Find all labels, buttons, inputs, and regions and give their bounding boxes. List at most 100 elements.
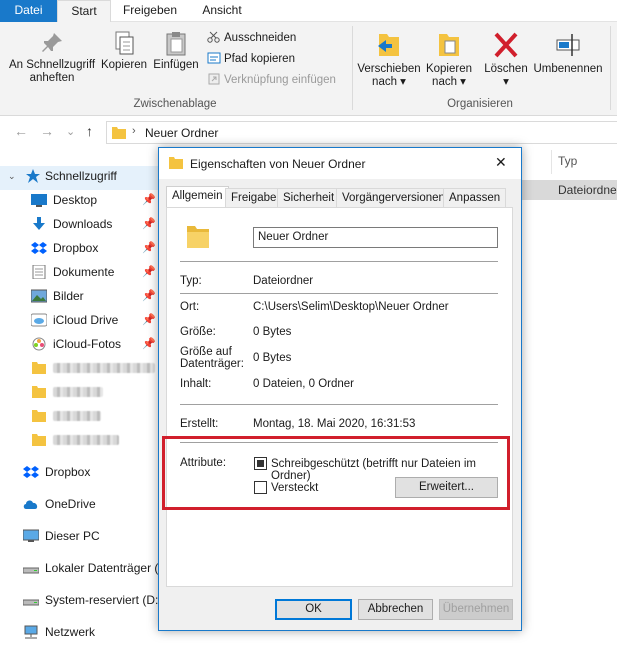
back-arrow-icon[interactable]: ←: [14, 123, 28, 139]
nav-label: iCloud-Fotos: [53, 337, 122, 351]
icloud-drive-icon: [31, 313, 47, 327]
nav-label: Dropbox: [45, 465, 91, 479]
nav-item-blurred-folder[interactable]: [0, 428, 160, 452]
pin-to-quick-access-button[interactable]: An Schnellzugriff anheften: [4, 30, 100, 85]
dropbox-icon: [31, 242, 47, 254]
ok-button[interactable]: OK: [275, 599, 352, 620]
folder-name-input[interactable]: Neuer Ordner: [253, 227, 498, 248]
cancel-button[interactable]: Abbrechen: [358, 599, 433, 620]
tab-datei[interactable]: Datei: [0, 0, 57, 22]
dialog-title: Eigenschaften von Neuer Ordner: [190, 157, 366, 171]
copy-path-label: Pfad kopieren: [224, 53, 295, 65]
chevron-down-icon[interactable]: ⌄: [66, 125, 75, 138]
paste-button[interactable]: Einfügen: [150, 30, 202, 72]
copy-path-button[interactable]: Pfad kopieren: [207, 51, 295, 67]
paste-shortcut-button[interactable]: Verknüpfung einfügen: [207, 72, 336, 88]
group-separator: [352, 26, 353, 110]
pin-icon: 📌: [142, 338, 156, 350]
nav-item-blurred-folder[interactable]: [0, 380, 160, 404]
pin-label-2: anheften: [29, 72, 75, 84]
drive-icon: [23, 567, 39, 574]
nav-item-onedrive[interactable]: OneDrive: [0, 492, 160, 516]
created-label: Erstellt:: [180, 418, 219, 430]
move-label-1: Verschieben: [357, 63, 421, 75]
move-folder-icon: [378, 34, 399, 56]
pictures-icon: [31, 289, 47, 303]
nav-item-icloud-fotos[interactable]: iCloud-Fotos 📌: [0, 332, 160, 356]
contents-value: 0 Dateien, 0 Ordner: [253, 378, 355, 390]
apply-button[interactable]: Übernehmen: [439, 599, 513, 620]
nav-label: System-reserviert (D:): [45, 593, 163, 607]
cut-button[interactable]: Ausschneiden: [207, 30, 296, 46]
copy-icon: [115, 31, 134, 55]
nav-item-icloud-drive[interactable]: iCloud Drive 📌: [0, 308, 160, 332]
forward-arrow-icon[interactable]: →: [40, 123, 54, 139]
nav-item-dokumente[interactable]: Dokumente 📌: [0, 260, 160, 284]
folder-icon: [32, 410, 46, 422]
general-tab-panel: Neuer Ordner Typ: Dateiordner Ort: C:\Us…: [166, 207, 513, 587]
nav-item-desktop[interactable]: Desktop 📌: [0, 188, 160, 212]
copy-button[interactable]: Kopieren: [100, 30, 148, 72]
clipboard-icon: [166, 32, 186, 56]
nav-label: OneDrive: [45, 497, 96, 511]
tab-vorgaengerversionen[interactable]: Vorgängerversionen: [336, 188, 451, 208]
copy-to-label-1: Kopieren: [425, 63, 473, 75]
nav-item-quick-access[interactable]: ⌄ Schnellzugriff: [0, 164, 160, 188]
nav-item-system-reserved[interactable]: System-reserviert (D:): [0, 588, 163, 612]
address-box[interactable]: › Neuer Ordner: [106, 121, 617, 144]
close-icon[interactable]: ✕: [495, 154, 507, 171]
nav-label: Bilder: [53, 289, 84, 303]
computer-icon: [23, 529, 39, 542]
nav-item-blurred-folder[interactable]: [0, 404, 160, 428]
tab-freigabe[interactable]: Freigabe: [225, 188, 283, 208]
nav-item-dropbox-root[interactable]: Dropbox: [0, 460, 160, 484]
divider: [180, 261, 498, 262]
size-on-disk-value: 0 Bytes: [253, 352, 292, 364]
copy-folder-icon: [439, 34, 459, 56]
shortcut-icon: [207, 73, 221, 85]
nav-item-network[interactable]: Netzwerk: [0, 620, 160, 644]
group-separator: [610, 26, 611, 110]
tab-allgemein[interactable]: Allgemein: [166, 186, 229, 208]
blurred-label: [53, 411, 101, 421]
tab-start[interactable]: Start: [57, 0, 111, 23]
divider: [180, 404, 498, 405]
nav-label: Dieser PC: [45, 529, 100, 543]
up-arrow-icon[interactable]: ↑: [86, 123, 93, 139]
breadcrumb-separator: ›: [132, 125, 136, 137]
pin-icon: 📌: [142, 290, 156, 302]
type-value: Dateiordner: [253, 275, 314, 287]
delete-x-icon: [494, 32, 518, 58]
column-header-type[interactable]: Typ: [558, 154, 577, 168]
column-divider: [551, 150, 552, 174]
nav-item-downloads[interactable]: Downloads 📌: [0, 212, 160, 236]
nav-item-dropbox[interactable]: Dropbox 📌: [0, 236, 160, 260]
address-bar-row: ← → ⌄ ↑ › Neuer Ordner: [0, 117, 617, 147]
tab-ansicht[interactable]: Ansicht: [188, 0, 256, 22]
download-arrow-icon: [33, 217, 45, 230]
nav-label: iCloud Drive: [53, 313, 119, 327]
size-on-disk-label-2: Datenträger:: [180, 358, 244, 370]
paste-label: Einfügen: [153, 59, 199, 71]
copy-to-label-2: nach ▾: [432, 76, 466, 88]
chevron-down-icon[interactable]: ⌄: [8, 164, 16, 188]
dialog-title-bar[interactable]: Eigenschaften von Neuer Ordner ✕: [159, 148, 521, 179]
copy-to-button[interactable]: Kopieren nach ▾: [422, 30, 476, 89]
nav-label: Desktop: [53, 193, 98, 207]
nav-item-this-pc[interactable]: Dieser PC: [0, 524, 160, 548]
folder-icon: [169, 157, 183, 169]
tab-sicherheit[interactable]: Sicherheit: [277, 188, 341, 208]
rename-button[interactable]: Umbenennen: [532, 30, 604, 76]
type-label: Typ:: [180, 275, 202, 287]
nav-item-bilder[interactable]: Bilder 📌: [0, 284, 160, 308]
nav-item-local-disk[interactable]: Lokaler Datenträger (: [0, 556, 160, 580]
delete-button[interactable]: Löschen ▾: [480, 30, 532, 89]
breadcrumb-current[interactable]: Neuer Ordner: [145, 126, 218, 140]
drive-icon: [23, 599, 39, 606]
tab-anpassen[interactable]: Anpassen: [443, 188, 507, 208]
rename-label: Umbenennen: [533, 63, 603, 75]
nav-item-blurred-folder[interactable]: [0, 356, 160, 380]
path-icon: [207, 52, 221, 64]
move-to-button[interactable]: Verschieben nach ▾: [356, 30, 422, 89]
tab-freigeben[interactable]: Freigeben: [114, 0, 186, 22]
